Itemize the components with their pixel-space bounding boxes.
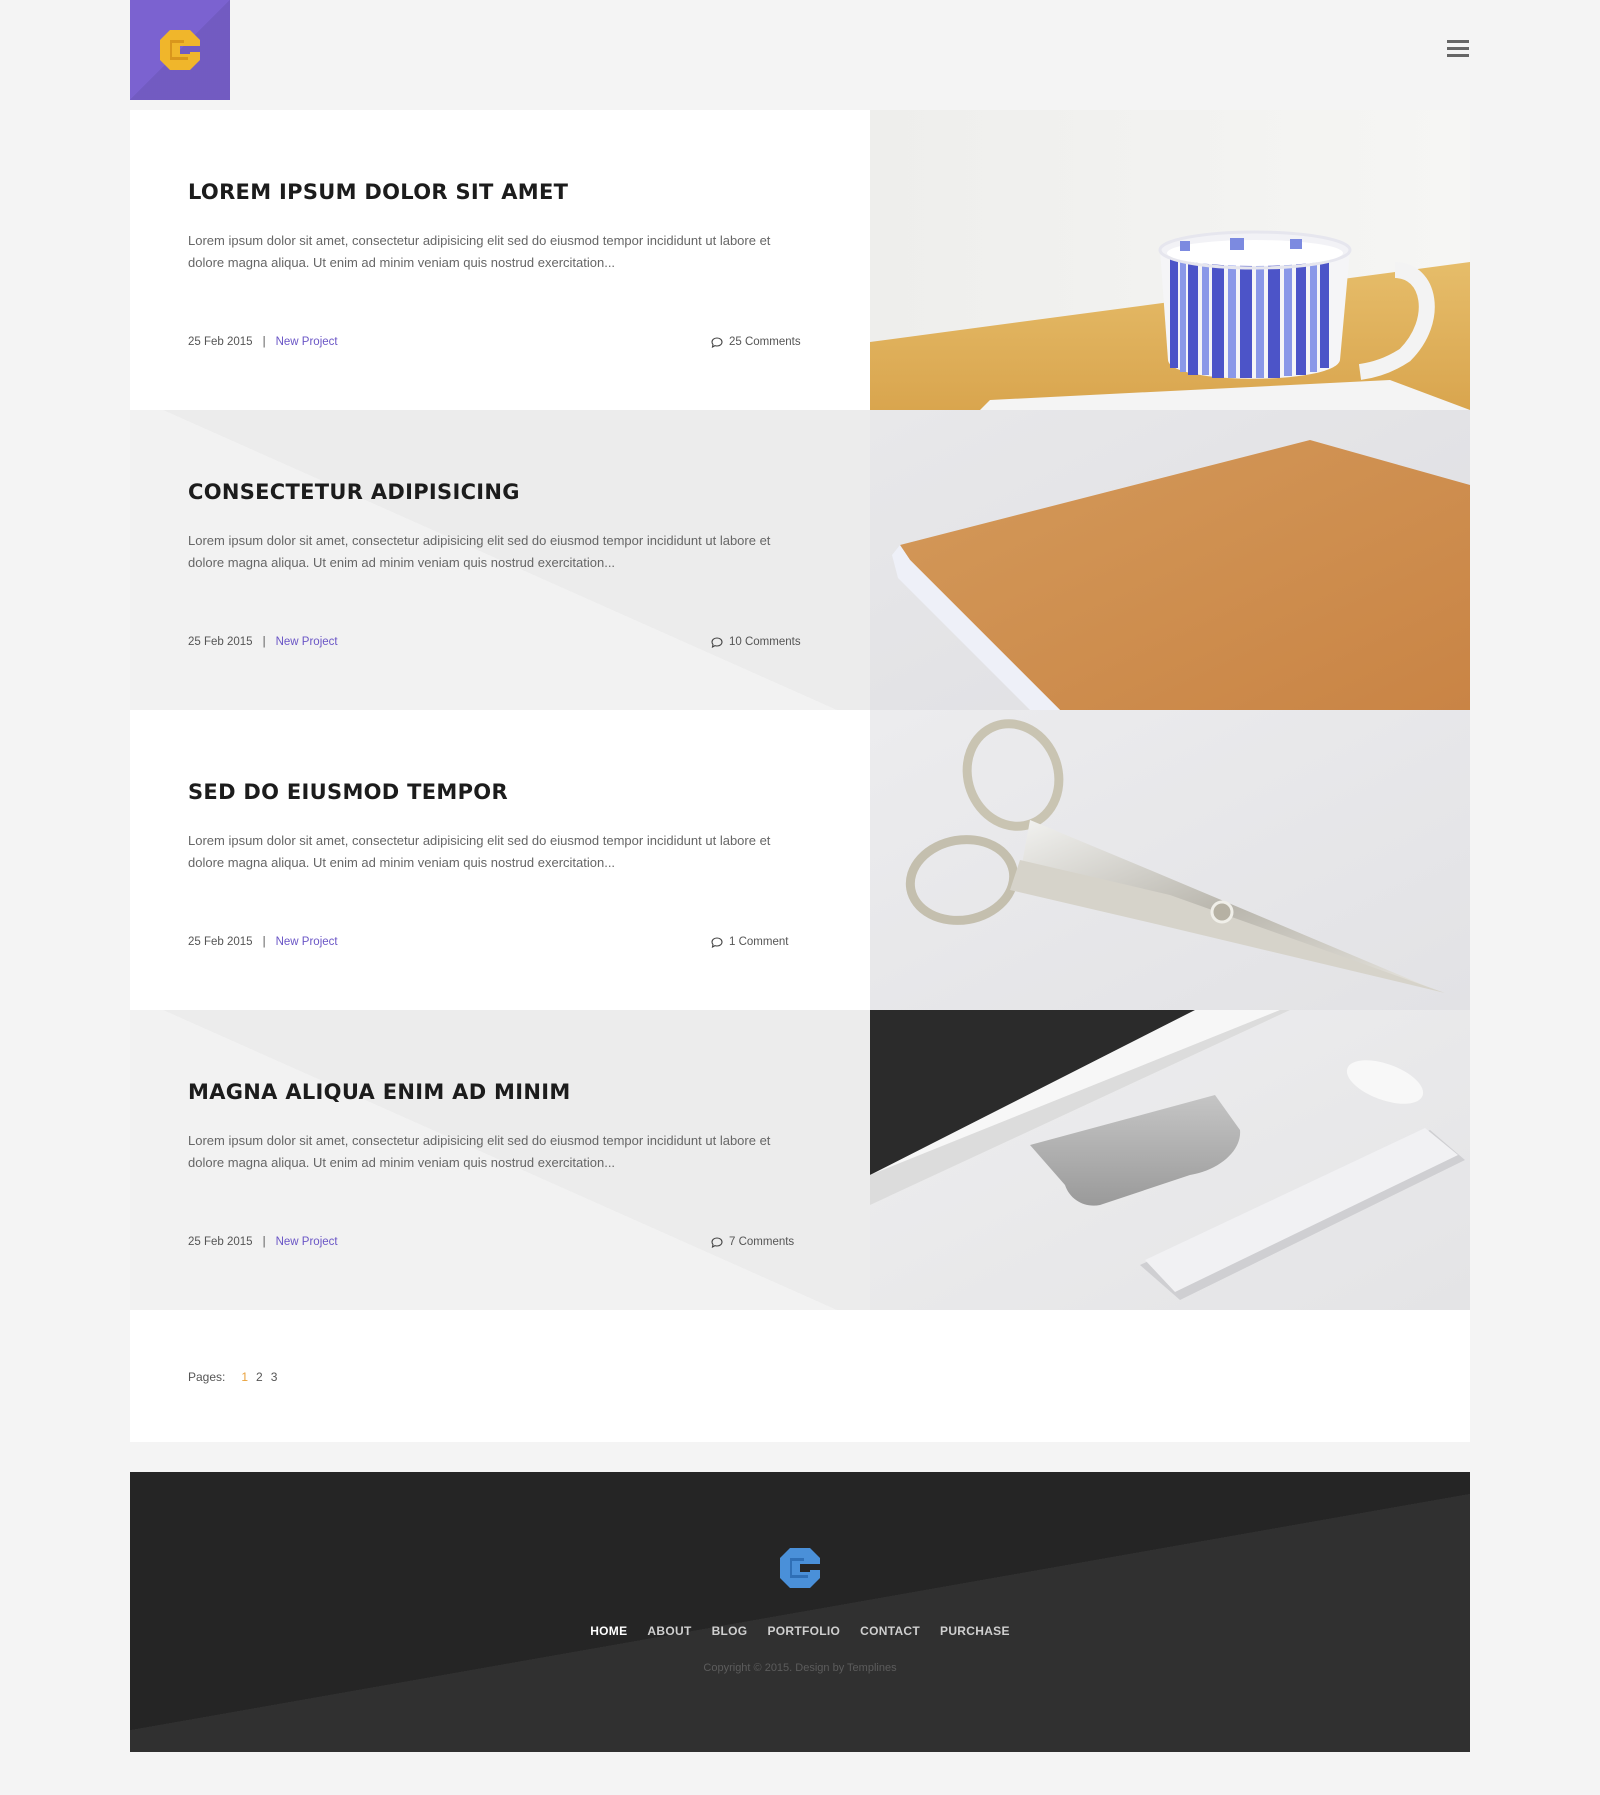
keyboard-photo[interactable] [870, 1010, 1470, 1310]
meta-separator: | [262, 936, 266, 948]
meta-separator: | [262, 336, 266, 348]
footer-logo-icon[interactable] [780, 1546, 820, 1590]
g-logo-icon [160, 30, 200, 70]
post-comments[interactable]: 7 Comments [711, 1236, 794, 1248]
pagination-links: Pages: 1 2 3 [188, 1370, 277, 1384]
post-category-link[interactable]: New Project [276, 636, 338, 648]
book-photo[interactable] [870, 410, 1470, 710]
post-category-link[interactable]: New Project [276, 1236, 338, 1248]
site-logo[interactable] [130, 0, 230, 100]
comment-icon [711, 936, 723, 948]
book-illustration [870, 410, 1470, 710]
comment-icon [711, 636, 723, 648]
post-title[interactable]: LOREM IPSUM DOLOR SIT AMET [188, 180, 828, 204]
page-link-2[interactable]: 2 [256, 1370, 263, 1384]
footer-nav-purchase[interactable]: PURCHASE [940, 1624, 1010, 1638]
post-item: MAGNA ALIQUA ENIM AD MINIM Lorem ipsum d… [130, 1010, 1470, 1310]
post-title[interactable]: MAGNA ALIQUA ENIM AD MINIM [188, 1080, 828, 1104]
coffee-cup-photo[interactable] [870, 110, 1470, 410]
post-text: CONSECTETUR ADIPISICING Lorem ipsum dolo… [130, 410, 870, 710]
post-item: CONSECTETUR ADIPISICING Lorem ipsum dolo… [130, 410, 1470, 710]
comments-count: 1 Comment [729, 936, 789, 948]
comment-icon [711, 336, 723, 348]
post-category-link[interactable]: New Project [276, 936, 338, 948]
post-list: LOREM IPSUM DOLOR SIT AMET Lorem ipsum d… [130, 110, 1470, 1310]
post-date: 25 Feb 2015 [188, 1236, 253, 1248]
post-title[interactable]: CONSECTETUR ADIPISICING [188, 480, 828, 504]
post-excerpt: Lorem ipsum dolor sit amet, consectetur … [188, 533, 771, 570]
menu-bar [1447, 54, 1469, 57]
comments-count: 25 Comments [729, 336, 801, 348]
coffee-cup-illustration [870, 110, 1470, 410]
post-comments[interactable]: 10 Comments [711, 636, 801, 648]
footer-nav-home[interactable]: HOME [590, 1624, 627, 1638]
scissors-photo[interactable] [870, 710, 1470, 1010]
menu-bar [1447, 40, 1469, 43]
post-meta: 25 Feb 2015 | New Project 7 Comments [188, 1236, 808, 1248]
scissors-illustration [870, 710, 1470, 1010]
post-excerpt: Lorem ipsum dolor sit amet, consectetur … [188, 233, 771, 270]
post-item: LOREM IPSUM DOLOR SIT AMET Lorem ipsum d… [130, 110, 1470, 410]
site-footer: HOME ABOUT BLOG PORTFOLIO CONTACT PURCHA… [130, 1472, 1470, 1752]
post-comments[interactable]: 25 Comments [711, 336, 801, 348]
footer-nav-about[interactable]: ABOUT [647, 1624, 691, 1638]
footer-copyright: Copyright © 2015. Design by Templines [703, 1662, 897, 1674]
post-item: SED DO EIUSMOD TEMPOR Lorem ipsum dolor … [130, 710, 1470, 1010]
post-category-link[interactable]: New Project [276, 336, 338, 348]
page-link-1[interactable]: 1 [241, 1370, 248, 1384]
comments-count: 10 Comments [729, 636, 801, 648]
footer-nav-portfolio[interactable]: PORTFOLIO [767, 1624, 840, 1638]
post-comments[interactable]: 1 Comment [711, 936, 788, 948]
post-meta: 25 Feb 2015 | New Project 25 Comments [188, 336, 808, 348]
comment-icon [711, 1236, 723, 1248]
post-meta: 25 Feb 2015 | New Project 1 Comment [188, 936, 808, 948]
post-date: 25 Feb 2015 [188, 636, 253, 648]
page-link-3[interactable]: 3 [271, 1370, 278, 1384]
meta-separator: | [262, 636, 266, 648]
post-excerpt: Lorem ipsum dolor sit amet, consectetur … [188, 833, 771, 870]
footer-nav-blog[interactable]: BLOG [712, 1624, 748, 1638]
post-text: MAGNA ALIQUA ENIM AD MINIM Lorem ipsum d… [130, 1010, 870, 1310]
post-meta: 25 Feb 2015 | New Project 10 Comments [188, 636, 808, 648]
menu-bar [1447, 47, 1469, 50]
post-date: 25 Feb 2015 [188, 336, 253, 348]
comments-count: 7 Comments [729, 1236, 795, 1248]
hamburger-menu-icon[interactable] [1447, 40, 1469, 58]
post-title[interactable]: SED DO EIUSMOD TEMPOR [188, 780, 828, 804]
pagination-label: Pages: [188, 1370, 226, 1384]
post-date: 25 Feb 2015 [188, 936, 253, 948]
footer-nav-contact[interactable]: CONTACT [860, 1624, 920, 1638]
pagination: Pages: 1 2 3 [130, 1310, 1470, 1442]
post-text: SED DO EIUSMOD TEMPOR Lorem ipsum dolor … [130, 710, 870, 1010]
footer-nav: HOME ABOUT BLOG PORTFOLIO CONTACT PURCHA… [130, 1624, 1470, 1638]
keyboard-illustration [870, 1010, 1470, 1310]
post-text: LOREM IPSUM DOLOR SIT AMET Lorem ipsum d… [130, 110, 870, 410]
post-excerpt: Lorem ipsum dolor sit amet, consectetur … [188, 1133, 771, 1170]
meta-separator: | [262, 1236, 266, 1248]
